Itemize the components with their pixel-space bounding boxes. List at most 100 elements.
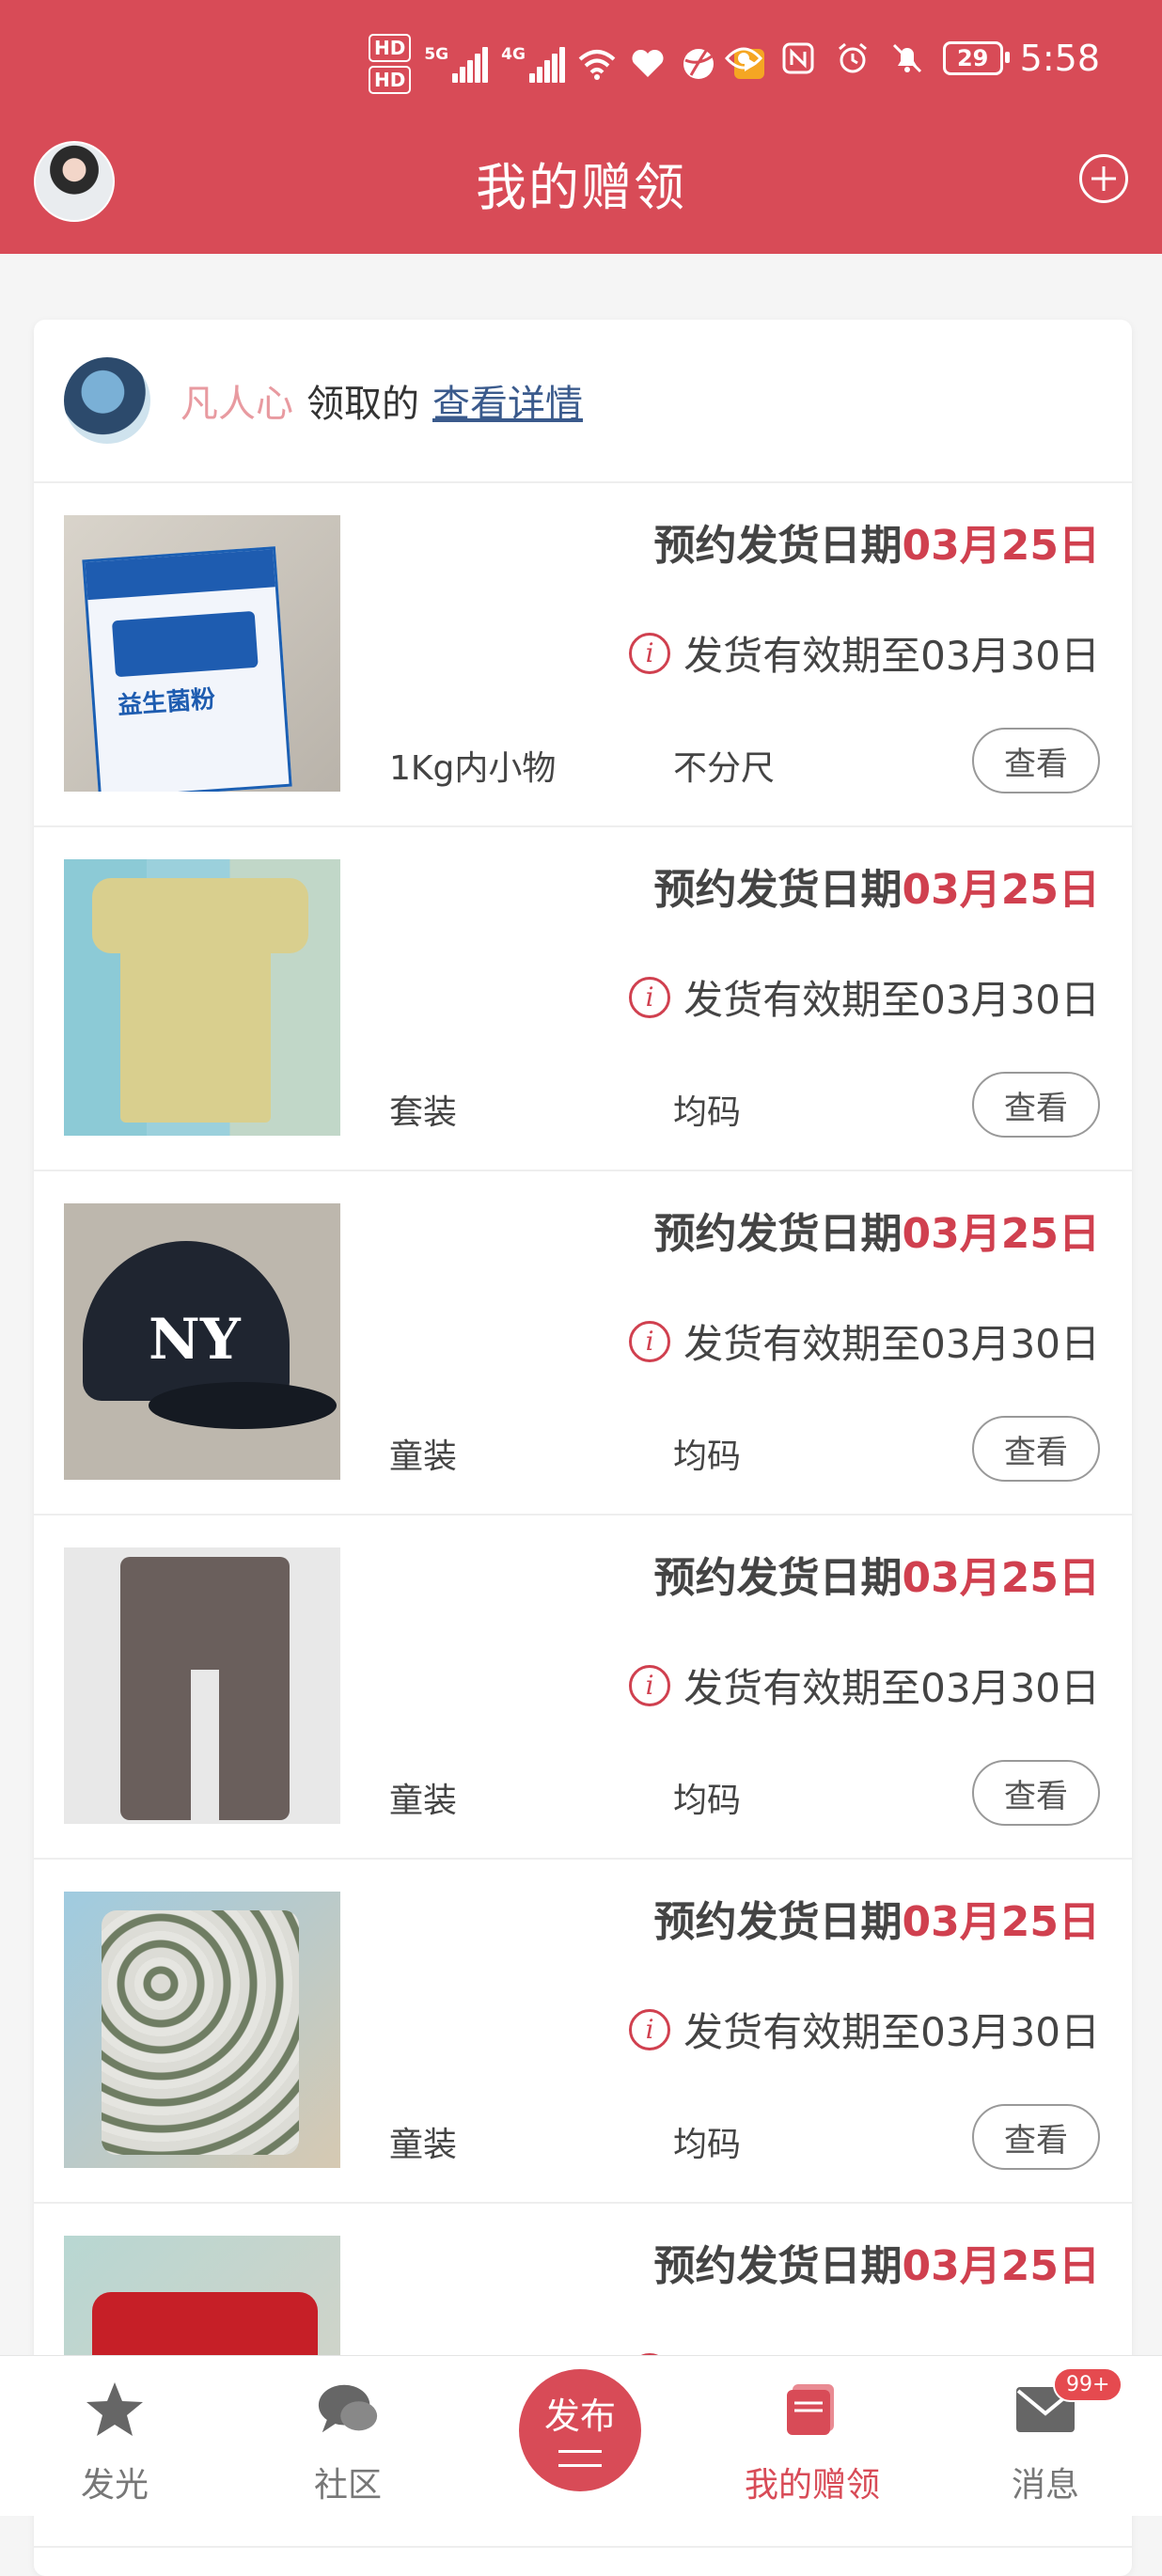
ship-date-label: 预约发货日期	[653, 1210, 903, 1258]
view-button[interactable]: 查看	[972, 1760, 1100, 1826]
battery-icon: 29	[942, 41, 1010, 75]
ship-date: 预约发货日期03月25日	[654, 511, 1100, 572]
claim-header: 凡人心 领取的 查看详情	[34, 320, 1132, 483]
view-button[interactable]: 查看	[972, 1072, 1100, 1138]
publish-label: 发布	[543, 2395, 616, 2437]
gift-box-icon	[779, 2377, 845, 2442]
gift-item[interactable]: 预约发货日期03月25日 i 发货有效期至03月30日 套装 均码 查看	[34, 827, 1132, 1171]
menu-lines-icon	[558, 2450, 602, 2467]
gift-item[interactable]: 预约发货日期03月25日 i 发货有效期至03月30日 童装 均码 查看	[34, 1860, 1132, 2204]
ship-date-label: 预约发货日期	[653, 522, 903, 570]
nav-community-label: 社区	[313, 2466, 382, 2505]
view-button[interactable]: 查看	[972, 1416, 1100, 1482]
ship-date-value: 03月25日	[902, 522, 1100, 570]
nfc-icon	[779, 39, 817, 77]
item-category: 童装	[389, 2126, 458, 2164]
ship-date-label: 预约发货日期	[653, 2242, 903, 2290]
valid-until: i 发货有效期至03月30日	[629, 1312, 1100, 1370]
gift-item[interactable]: 益生菌粉 预约发货日期03月25日 i 发货有效期至03月30日 1Kg内小物 不…	[34, 483, 1132, 827]
heart-app-icon	[629, 45, 667, 83]
valid-until-text: 发货有效期至03月30日	[683, 977, 1100, 1023]
chat-icon	[315, 2377, 381, 2442]
eye-icon	[724, 39, 762, 77]
nav-community[interactable]: 社区	[254, 2356, 442, 2516]
ship-date-label: 预约发货日期	[653, 1898, 903, 1946]
star-icon	[82, 2377, 148, 2442]
info-icon: i	[629, 1320, 671, 1362]
item-category: 童装	[389, 1782, 458, 1820]
item-photo-cap[interactable]: NY	[64, 1203, 340, 1480]
nav-my-gifts[interactable]: 我的赠领	[718, 2356, 906, 2516]
product-name: 益生菌粉	[117, 685, 217, 721]
item-category: 童装	[389, 1437, 458, 1476]
mute-bell-icon	[888, 39, 926, 77]
ship-date: 预约发货日期03月25日	[654, 1544, 1100, 1604]
hd-badge-2: HD	[369, 66, 412, 94]
claim-card: 凡人心 领取的 查看详情 益生菌粉 预约发货日期03月25日 i 发货有效期至03…	[34, 320, 1132, 2576]
wifi-icon	[578, 45, 616, 83]
clock: 5:58	[1019, 38, 1100, 79]
bottom-nav: 发光 社区 发布 我的赠领 消息 99+	[0, 2355, 1162, 2516]
claimed-text: 领取的	[306, 383, 419, 426]
item-size: 均码	[673, 1437, 742, 1476]
item-size: 均码	[673, 2126, 742, 2164]
battery-level: 29	[956, 45, 989, 71]
view-button[interactable]: 查看	[972, 728, 1100, 793]
item-photo-pants[interactable]	[64, 1547, 340, 1824]
ship-date: 预约发货日期03月25日	[654, 1888, 1100, 1948]
hd-badge-1: HD	[369, 34, 412, 62]
ship-date-label: 预约发货日期	[653, 866, 903, 914]
valid-until-text: 发货有效期至03月30日	[683, 633, 1100, 679]
alarm-icon	[834, 39, 872, 77]
gift-item[interactable]: NY 预约发货日期03月25日 i 发货有效期至03月30日 童装 均码 查看	[34, 1171, 1132, 1516]
view-button[interactable]: 查看	[972, 2104, 1100, 2170]
item-photo-probiotics[interactable]: 益生菌粉	[64, 515, 340, 792]
info-icon: i	[629, 2008, 671, 2050]
signal-4g-icon: 4G	[501, 45, 565, 83]
publish-button[interactable]: 发布	[519, 2369, 641, 2491]
info-icon: i	[629, 632, 671, 674]
valid-until: i 发货有效期至03月30日	[629, 2001, 1100, 2058]
ship-date-value: 03月25日	[902, 866, 1100, 914]
nav-shine[interactable]: 发光	[21, 2356, 209, 2516]
app-header: HD HD 5G 4G 29 5:58 我的赠领	[0, 0, 1162, 254]
add-icon[interactable]	[1079, 154, 1128, 203]
valid-until-text: 发货有效期至03月30日	[683, 1321, 1100, 1367]
ball-app-icon	[680, 45, 717, 83]
item-photo-pajamas[interactable]	[64, 859, 340, 1136]
item-size: 不分尺	[673, 749, 776, 788]
status-bar: HD HD 5G 4G 29 5:58	[0, 0, 1162, 132]
ship-date-value: 03月25日	[902, 1554, 1100, 1602]
ship-date-value: 03月25日	[902, 2242, 1100, 2290]
giver-name[interactable]: 凡人心	[181, 373, 293, 428]
gift-item[interactable]: 预约发货日期03月25日 i 发货有效期至03月30日 童装 均码 查看	[34, 1516, 1132, 1860]
probiotics-box: 益生菌粉	[82, 546, 292, 792]
item-size: 均码	[673, 1093, 742, 1132]
nav-messages-label: 消息	[1011, 2466, 1079, 2505]
status-left: HD HD 5G 4G	[369, 34, 768, 94]
giver-avatar[interactable]	[64, 357, 150, 444]
ship-date-label: 预约发货日期	[653, 1554, 903, 1602]
item-category: 1Kg内小物	[389, 749, 557, 788]
signal-5g-icon: 5G	[424, 45, 489, 83]
net-type-2: 4G	[501, 45, 526, 64]
valid-until-text: 发货有效期至03月30日	[683, 1665, 1100, 1711]
ship-date: 预约发货日期03月25日	[654, 2232, 1100, 2292]
item-photo-camo-set[interactable]	[64, 1892, 340, 2168]
ship-date: 预约发货日期03月25日	[654, 1200, 1100, 1260]
ship-date-value: 03月25日	[902, 1210, 1100, 1258]
view-details-link[interactable]: 查看详情	[432, 373, 583, 428]
nav-shine-label: 发光	[80, 2466, 149, 2505]
info-icon: i	[629, 1664, 671, 1706]
item-size: 均码	[673, 1782, 742, 1820]
info-icon: i	[629, 976, 671, 1018]
valid-until: i 发货有效期至03月30日	[629, 1657, 1100, 1714]
item-category: 套装	[389, 1093, 458, 1132]
page-title: 我的赠领	[476, 158, 686, 217]
valid-until: i 发货有效期至03月30日	[629, 624, 1100, 682]
nav-my-gifts-label: 我的赠领	[744, 2466, 880, 2505]
messages-badge: 99+	[1053, 2367, 1123, 2402]
cap-logo: NY	[149, 1307, 241, 1373]
hd-indicators: HD HD	[369, 34, 412, 94]
valid-until-text: 发货有效期至03月30日	[683, 2009, 1100, 2055]
